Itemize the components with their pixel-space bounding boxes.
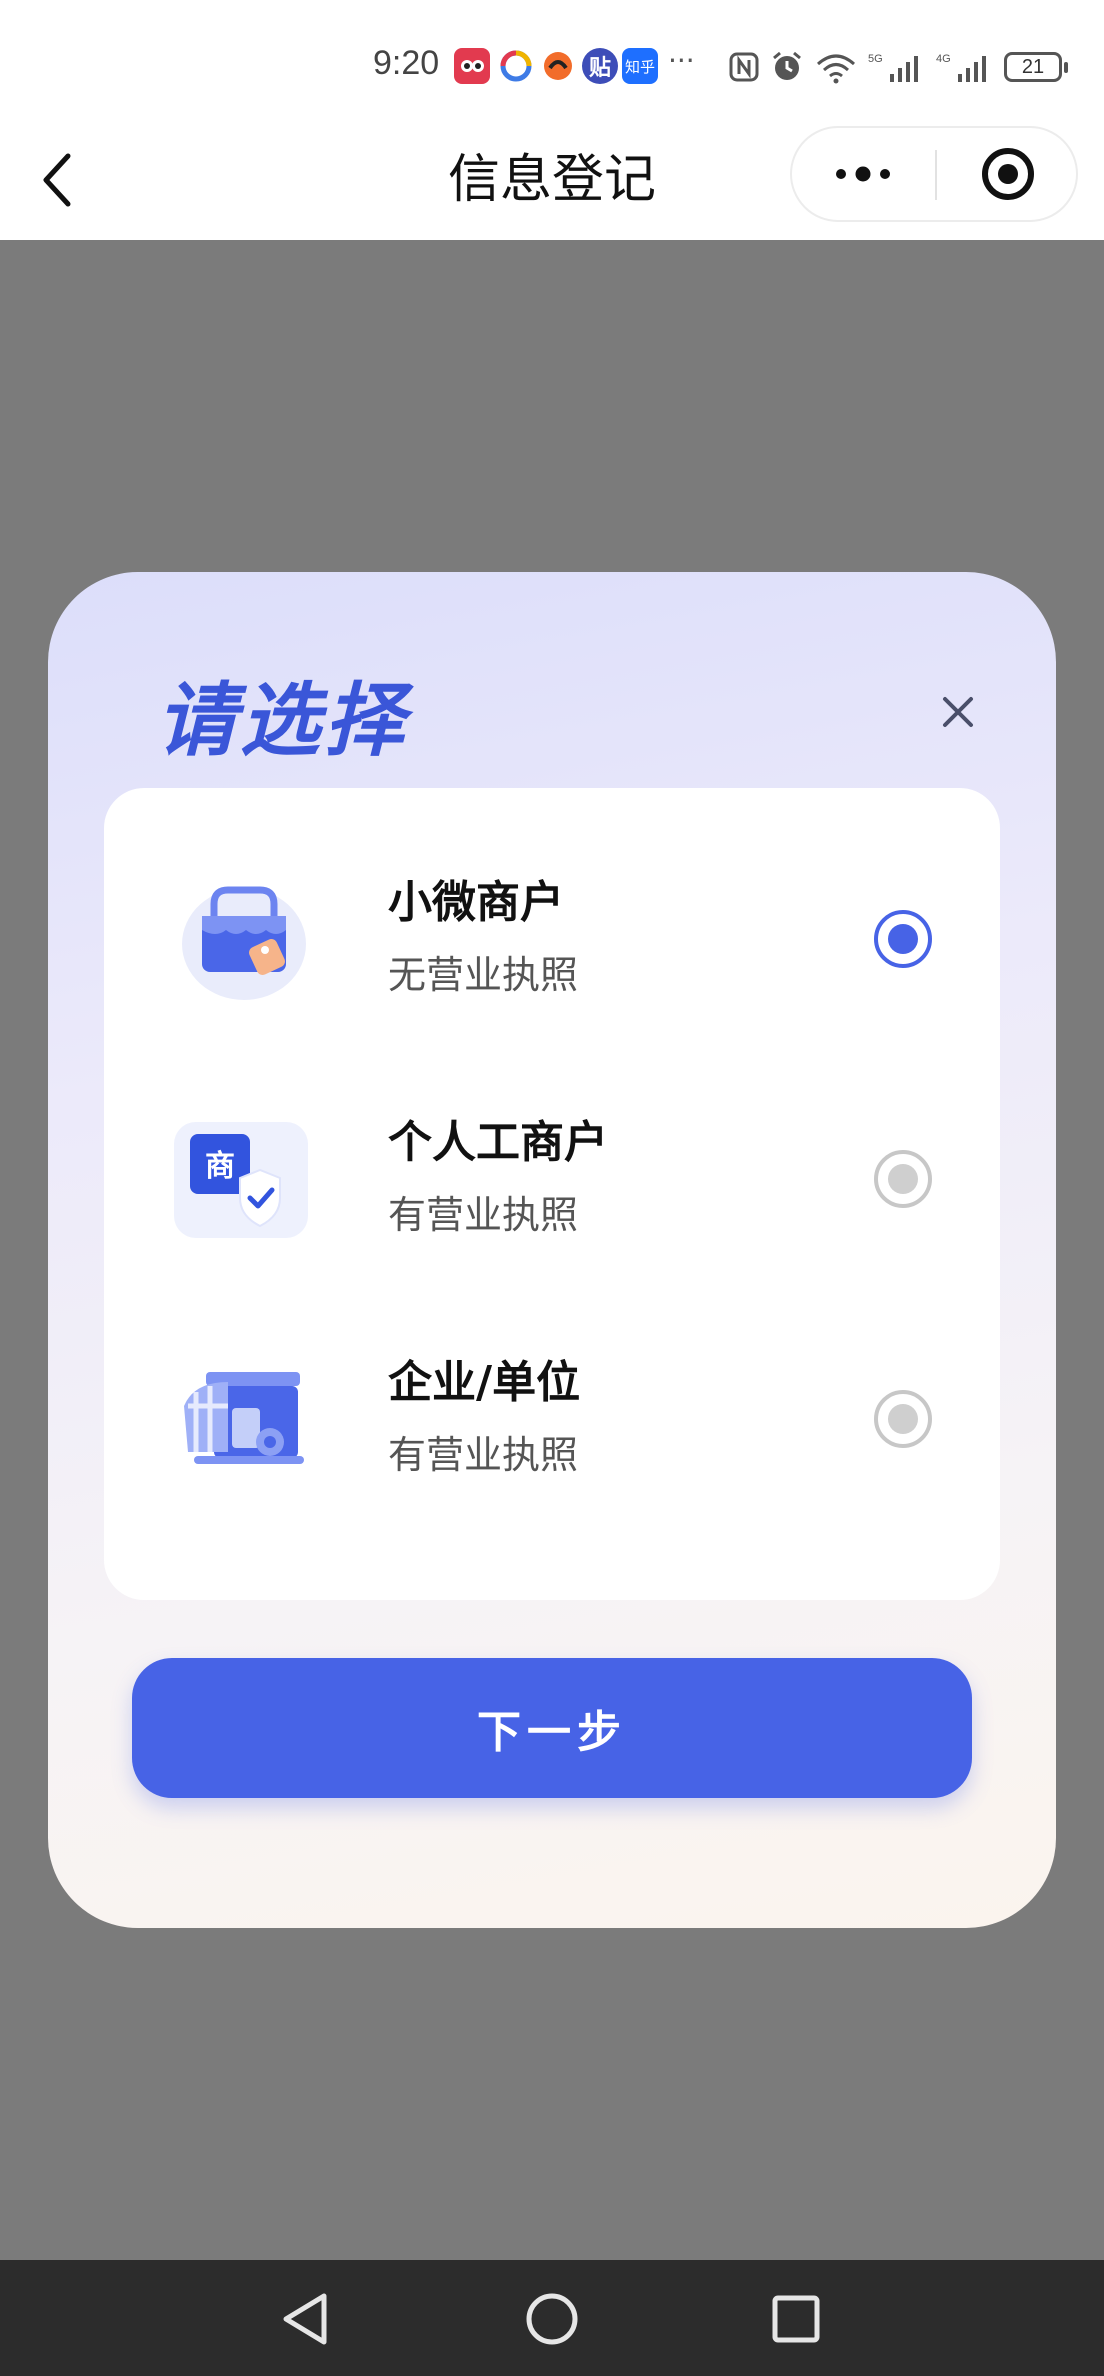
- option-small-merchant[interactable]: 小微商户 无营业执照: [104, 828, 1000, 1028]
- system-home-button[interactable]: [517, 2284, 587, 2354]
- option-desc: 有营业执照: [388, 1193, 579, 1237]
- option-name: 个人工商户: [388, 1117, 608, 1168]
- triangle-back-icon: [283, 2293, 327, 2345]
- capsule-divider: [935, 150, 937, 200]
- system-back-button[interactable]: [272, 2284, 342, 2354]
- system-recents-button[interactable]: [761, 2284, 831, 2354]
- wifi-icon: [817, 54, 855, 84]
- radio-button[interactable]: [874, 1150, 932, 1208]
- option-name: 企业/单位: [388, 1357, 581, 1408]
- network-4g-label: 4G: [936, 53, 951, 65]
- signal-5g-icon: 5G: [868, 53, 918, 82]
- target-close-icon: [982, 148, 1034, 200]
- close-icon: [943, 697, 973, 727]
- option-enterprise[interactable]: 企业/单位 有营业执照: [104, 1308, 1000, 1508]
- status-right-icons: 5G 4G 21: [728, 42, 1068, 92]
- circle-home-icon: [526, 2293, 578, 2345]
- next-step-button[interactable]: 下一步: [132, 1658, 972, 1798]
- signal-4g-icon: 4G: [936, 53, 986, 82]
- mini-program-capsule: [790, 126, 1078, 222]
- more-button[interactable]: [792, 128, 934, 220]
- close-mini-program-button[interactable]: [938, 128, 1078, 220]
- nfc-icon: [729, 52, 759, 82]
- app-multicolor-icon: [498, 48, 534, 84]
- battery-icon: 21: [1004, 52, 1068, 82]
- option-individual-business[interactable]: 商 个人工商户 有营业执照: [104, 1068, 1000, 1268]
- select-type-dialog: 请选择 小微商户 无营业执照 商 个人工商户 有营业执照 企业/单位 有营业执照…: [48, 572, 1056, 1928]
- battery-level: 21: [1021, 55, 1045, 78]
- options-card: 小微商户 无营业执照 商 个人工商户 有营业执照 企业/单位 有营业执照: [104, 788, 1000, 1600]
- option-desc: 无营业执照: [388, 953, 579, 997]
- radio-button[interactable]: [874, 1390, 932, 1448]
- system-nav-bar: [0, 2260, 1104, 2376]
- merchant-badge-icon: 商: [168, 1108, 308, 1248]
- option-name: 小微商户: [388, 877, 564, 928]
- shop-bag-icon: [174, 868, 314, 1008]
- status-more-indicator: ···: [668, 44, 695, 77]
- nav-bar: 信息登记: [0, 120, 1104, 240]
- status-time: 9:20: [373, 44, 440, 82]
- merchant-badge-char: 商: [205, 1149, 235, 1184]
- status-bar: 9:20 贴 知乎 ··· 5G 4G 21: [0, 0, 1104, 120]
- app-orange-icon: [540, 48, 576, 84]
- storefront-icon: [174, 1348, 314, 1488]
- baidu-tieba-icon: 贴: [582, 48, 618, 84]
- app-red-icon: [454, 48, 490, 84]
- alarm-icon: [773, 51, 801, 80]
- network-5g-label: 5G: [868, 53, 883, 65]
- option-desc: 有营业执照: [388, 1433, 579, 1477]
- square-recents-icon: [772, 2295, 820, 2343]
- dialog-title: 请选择: [156, 674, 408, 767]
- radio-button[interactable]: [874, 910, 932, 968]
- dialog-close-button[interactable]: [928, 682, 988, 742]
- zhihu-icon: 知乎: [622, 48, 658, 84]
- more-dots-icon: [836, 166, 890, 182]
